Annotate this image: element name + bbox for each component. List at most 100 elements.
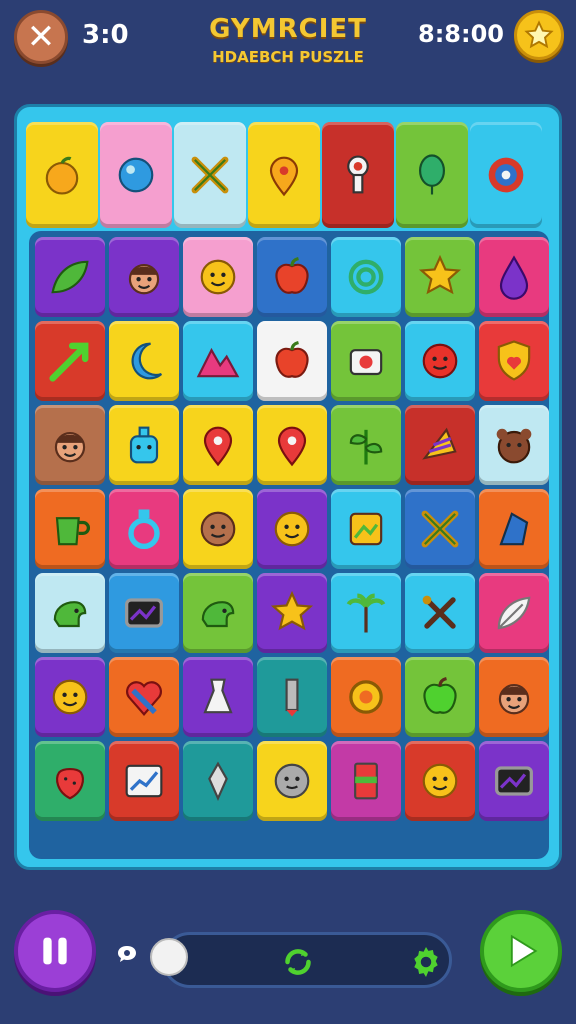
ring-icon [128, 509, 160, 550]
refresh-icon[interactable] [280, 944, 316, 980]
gem-icon [208, 761, 228, 802]
slider-knob[interactable] [150, 938, 188, 976]
tile-sun-gear[interactable] [470, 122, 542, 228]
tile-crystal[interactable] [479, 489, 549, 569]
tile-ring[interactable] [109, 489, 179, 569]
tile-apple[interactable] [257, 321, 327, 401]
crossed-sticks-icon [191, 156, 229, 194]
chart-icon [125, 764, 163, 798]
smile-icon [52, 679, 88, 715]
tile-crossed-sticks[interactable] [405, 489, 475, 569]
tile-arrow-leaf[interactable] [35, 321, 105, 401]
smile-icon [274, 511, 310, 547]
spiral-icon [348, 259, 384, 295]
tile-apple[interactable] [257, 237, 327, 317]
strawberry-icon [56, 768, 84, 800]
tile-donut[interactable] [331, 657, 401, 737]
pause-button[interactable] [14, 910, 96, 992]
speech-bubble-icon[interactable] [116, 944, 138, 964]
tile-palm[interactable] [331, 573, 401, 653]
tile-sun-face[interactable] [183, 237, 253, 317]
game-subtitle: HDAEBCH PUSZLE [212, 48, 364, 66]
tile-robot[interactable] [109, 405, 179, 485]
arrow-leaf-icon [49, 342, 89, 382]
robot-icon [129, 426, 159, 464]
tile-shield[interactable] [479, 321, 549, 401]
tile-apple-green[interactable] [405, 657, 475, 737]
tv-icon [495, 766, 533, 796]
tile-plant[interactable] [331, 405, 401, 485]
tile-gray-face[interactable] [257, 741, 327, 821]
timer-right: 8:8:00 [418, 20, 504, 48]
cookie-icon [200, 511, 236, 547]
book-icon [354, 762, 378, 800]
cup-icon [55, 517, 90, 546]
tile-star-face[interactable] [405, 237, 475, 317]
crossed-sticks-icon [421, 510, 459, 548]
tools-icon [422, 595, 456, 629]
star-icon [270, 590, 314, 631]
play-button[interactable] [480, 910, 562, 992]
tile-strawberry[interactable] [35, 741, 105, 821]
top-bar: ✕ 3:0 GYMRCIET HDAEBCH PUSZLE 8:8:00 [0, 0, 576, 100]
pin-icon [269, 156, 299, 197]
tile-tv[interactable] [109, 573, 179, 653]
gear-icon[interactable] [408, 944, 444, 980]
tile-orange-fruit[interactable] [26, 122, 98, 228]
tile-tv[interactable] [479, 741, 549, 821]
tile-heart-pin[interactable] [257, 405, 327, 485]
apple-icon [275, 341, 309, 378]
tile-heart[interactable] [109, 657, 179, 737]
tile-pin[interactable] [248, 122, 320, 228]
tile-camera[interactable] [331, 321, 401, 401]
orange-fruit-icon [45, 156, 79, 195]
heart-pin-icon [277, 426, 307, 467]
tile-boy-face[interactable] [479, 657, 549, 737]
tile-spiral[interactable] [331, 237, 401, 317]
tile-cup[interactable] [35, 489, 105, 569]
tile-dress[interactable] [183, 657, 253, 737]
tile-smile[interactable] [35, 657, 105, 737]
pause-icon [43, 937, 67, 965]
tile-pencil[interactable] [257, 657, 327, 737]
tile-feather[interactable] [479, 573, 549, 653]
tile-drop[interactable] [479, 237, 549, 317]
tile-moon[interactable] [109, 321, 179, 401]
tile-cookie[interactable] [183, 489, 253, 569]
tile-dino[interactable] [183, 573, 253, 653]
tile-crossed-sticks[interactable] [174, 122, 246, 228]
tile-bear[interactable] [479, 405, 549, 485]
tile-leaf[interactable] [35, 237, 105, 317]
tile-smile[interactable] [405, 741, 475, 821]
star-icon [524, 20, 554, 49]
tile-mountain[interactable] [183, 321, 253, 401]
crystal-icon [499, 512, 529, 546]
tile-key[interactable] [322, 122, 394, 228]
tile-tools[interactable] [405, 573, 475, 653]
leaf-icon [51, 260, 89, 294]
shield-icon [497, 340, 531, 381]
tile-star[interactable] [257, 573, 327, 653]
camera-icon [349, 349, 383, 376]
tile-cone[interactable] [405, 405, 475, 485]
frame-icon [349, 512, 383, 546]
star-button[interactable] [514, 10, 564, 60]
tile-balloon[interactable] [396, 122, 468, 228]
tile-dino[interactable] [35, 573, 105, 653]
sun-face-icon [200, 259, 236, 295]
tile-blue-ball[interactable] [100, 122, 172, 228]
bottom-bar [0, 900, 576, 1024]
dress-icon [203, 678, 233, 714]
mountain-icon [196, 347, 240, 378]
pencil-icon [285, 678, 299, 717]
tile-heart-pin[interactable] [183, 405, 253, 485]
tile-smile[interactable] [257, 489, 327, 569]
tile-gem[interactable] [183, 741, 253, 821]
tile-red-face[interactable] [405, 321, 475, 401]
tile-boy-face[interactable] [35, 405, 105, 485]
tile-chart[interactable] [109, 741, 179, 821]
palm-icon [346, 593, 386, 633]
tile-face[interactable] [109, 237, 179, 317]
tile-book[interactable] [331, 741, 401, 821]
tile-frame[interactable] [331, 489, 401, 569]
